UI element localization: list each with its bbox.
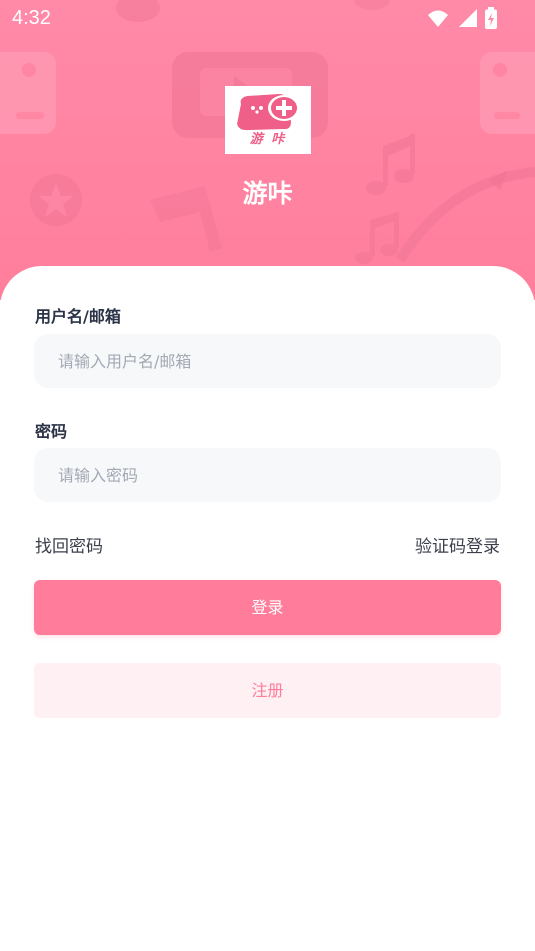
password-input[interactable] [34,448,501,502]
login-button[interactable]: 登录 [34,580,501,635]
status-time: 4:32 [12,7,51,29]
battery-charging-icon [485,7,497,29]
login-card: 用户名/邮箱 密码 找回密码 验证码登录 登录 注册 [0,266,535,951]
register-button[interactable]: 注册 [34,663,501,718]
logo-wordmark: 游 咔 [249,132,287,147]
username-label: 用户名/邮箱 [35,307,121,326]
app-logo: 游 咔 [225,86,311,154]
wifi-icon [427,7,449,29]
sms-login-link[interactable]: 验证码登录 [415,532,500,557]
status-bar: 4:32 [0,0,535,36]
app-title: 游咔 [242,179,293,208]
username-field-container [34,334,501,388]
password-label: 密码 [35,422,68,441]
password-field-container [34,448,501,502]
login-screen: 4:32 游 咔 游咔 用户名/邮箱 请输入用户名/邮箱 密码 找回密码 验证码… [0,0,535,951]
recover-password-link[interactable]: 找回密码 [35,532,103,557]
status-icons [427,7,497,29]
cellular-signal-icon [457,7,477,29]
username-input[interactable] [34,334,501,388]
